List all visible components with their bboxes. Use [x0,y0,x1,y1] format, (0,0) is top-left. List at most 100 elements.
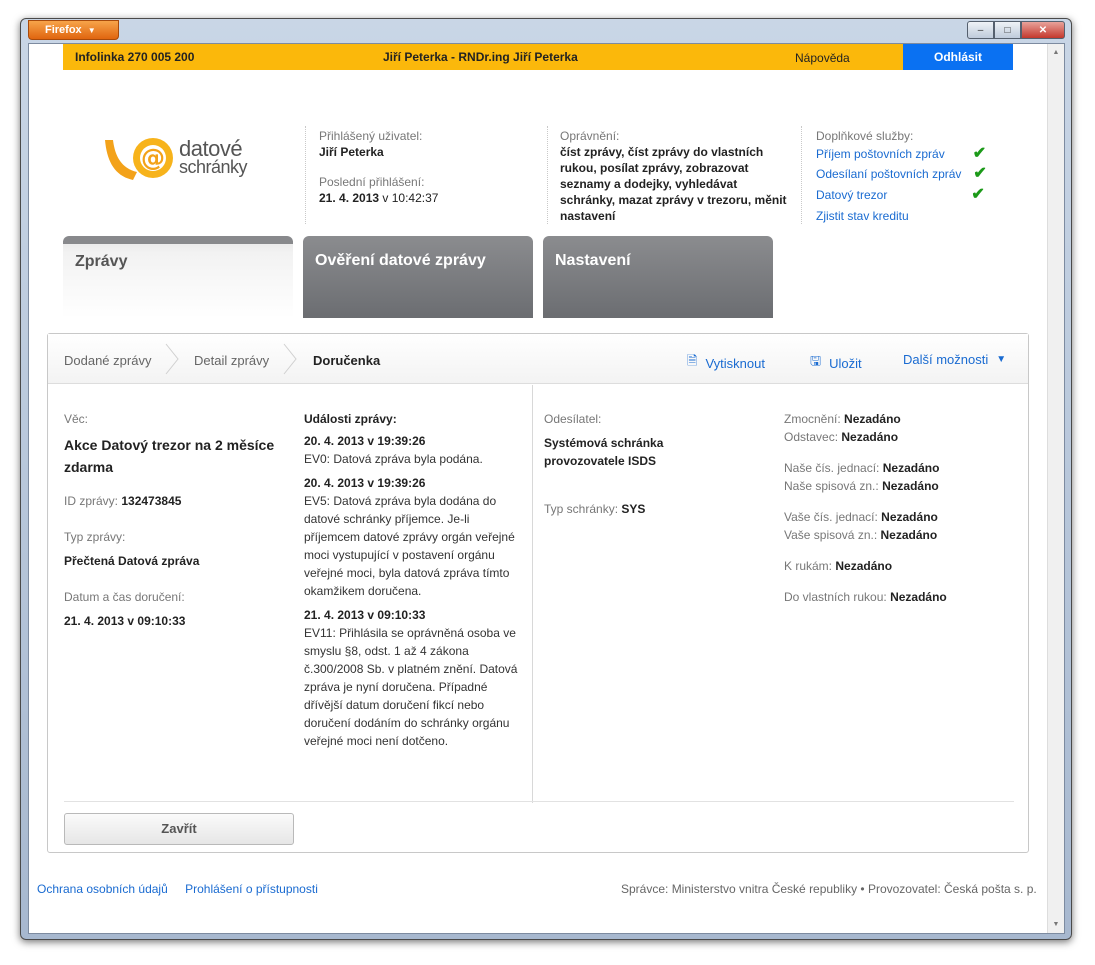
detail-value: Nezadáno [844,412,901,426]
delivered-value: 21. 4. 2013 v 09:10:33 [64,614,186,628]
message-events: Události zprávy: 20. 4. 2013 v 19:39:26 … [304,410,518,756]
message-details: Zmocnění: Nezadáno Odstavec: Nezadáno Na… [784,410,1014,606]
last-login-label: Poslední přihlášení: [319,175,425,189]
event-text: EV11: Přihlásila se oprávněná osoba ve s… [304,626,518,748]
permissions-label: Oprávnění: [560,129,620,143]
footer-links: Ochrana osobních údajů Prohlášení o přís… [37,882,332,896]
message-type-label: Typ zprávy: [64,530,126,544]
tab-overeni[interactable]: Ověření datové zprávy [303,236,533,318]
breadcrumb-current: Doručenka [313,353,381,368]
save-file-icon: 🖫 [810,353,822,368]
addon-item: Příjem poštovních zpráv ✔ [816,144,1016,163]
addon-link-postal-receive[interactable]: Příjem poštovních zpráv [816,146,945,162]
last-login-time: v 10:42:37 [382,191,439,205]
divider [801,126,802,224]
checkmark-icon: ✔ [971,185,985,203]
help-link[interactable]: Nápověda [795,51,850,65]
detail-label: Naše čís. jednací: [784,461,880,475]
user-info: Přihlášený uživatel: Jiří Peterka Posled… [319,128,539,206]
breadcrumb-delivered[interactable]: Dodané zprávy [64,353,151,368]
more-options-button[interactable]: Další možnosti ▼ [903,352,1006,367]
detail-value: Nezadáno [835,559,893,573]
print-button[interactable]: 🗎 Vytisknout [687,352,765,374]
message-summary: Věc: Akce Datový trezor na 2 měsíce zdar… [64,410,279,630]
message-id-label: ID zprávy: [64,494,119,508]
addon-link-credit-status[interactable]: Zjistit stav kreditu [816,208,909,224]
detail-value: Nezadáno [882,461,940,475]
firefox-menu-label: Firefox [45,24,82,36]
subject-label: Věc: [64,412,89,426]
addons-label: Doplňkové služby: [816,129,914,143]
chevron-down-icon: ▼ [87,26,96,35]
infoline: Infolinka 270 005 200 [75,50,195,64]
at-sign-logo-icon: @ [105,138,173,180]
minimize-button[interactable]: – [967,21,994,39]
detail-value: Nezadáno [890,590,947,604]
print-label: Vytisknout [705,355,765,371]
chevron-down-icon: ▼ [996,354,1007,365]
event-date: 20. 4. 2013 v 19:39:26 [304,476,426,490]
breadcrumb: Dodané zprávy Detail zprávy Doručenka 🗎 … [48,334,1028,384]
addon-link-postal-send[interactable]: Odesílaní poštovních zpráv [816,166,961,182]
message-id-value: 132473845 [121,494,182,508]
divider [305,126,306,224]
breadcrumb-separator-icon [165,343,179,375]
scroll-down-icon[interactable]: ▼ [1048,916,1064,933]
close-window-button[interactable]: ✕ [1021,21,1065,39]
checkmark-icon: ✔ [973,164,987,182]
last-login-date: 21. 4. 2013 [319,191,380,205]
sender-info: Odesílatel: Systémová schránka provozova… [544,410,744,518]
detail-label: Zmocnění: [784,412,841,426]
detail-label: Vaše spisová zn.: [784,528,878,542]
detail-label: Do vlastních rukou: [784,590,887,604]
title-bar: Firefox ▼ – □ ✕ [21,19,1071,43]
permissions: Oprávnění: číst zprávy, číst zprávy do v… [560,128,790,224]
browser-viewport: ▲ ▼ Infolinka 270 005 200 Jiří Peterka -… [28,43,1065,934]
sender-name: Systémová schránka provozovatele ISDS [544,436,664,468]
logout-button[interactable]: Odhlásit [903,44,1013,70]
page: Infolinka 270 005 200 Jiří Peterka - RND… [29,44,1049,933]
top-bar: Infolinka 270 005 200 Jiří Peterka - RND… [63,44,1013,70]
footer-credits: Správce: Ministerstvo vnitra České repub… [621,882,1037,896]
events-label: Události zprávy: [304,412,397,426]
breadcrumb-detail[interactable]: Detail zprávy [194,353,269,368]
message-panel: Dodané zprávy Detail zprávy Doručenka 🗎 … [47,333,1029,853]
tab-zpravy[interactable]: Zprávy [63,236,293,318]
window-controls: – □ ✕ [967,21,1065,39]
divider [64,801,1014,802]
detail-label: Vaše čís. jednací: [784,510,878,524]
detail-value: Nezadáno [841,430,899,444]
logo-line-2: schránky [179,157,248,177]
scroll-up-icon[interactable]: ▲ [1048,44,1064,61]
datove-schranky-logo[interactable]: @ datové schránky [103,136,263,188]
firefox-menu-button[interactable]: Firefox ▼ [28,20,119,40]
additional-services: Doplňkové služby: Příjem poštovních zprá… [816,128,1016,226]
close-button[interactable]: Zavřít [64,813,294,845]
subject-value: Akce Datový trezor na 2 měsíce zdarma [64,437,275,475]
logged-user-value: Jiří Peterka [319,145,384,159]
tab-nastaveni[interactable]: Nastavení [543,236,773,318]
maximize-button[interactable]: □ [994,21,1021,39]
detail-value: Nezadáno [880,528,938,542]
addon-link-data-vault[interactable]: Datový trezor [816,187,887,203]
svg-text:@: @ [141,144,165,172]
detail-value: Nezadáno [882,479,939,493]
browser-window: Firefox ▼ – □ ✕ ▲ ▼ Infolinka 270 005 200… [20,18,1072,940]
breadcrumb-separator-icon [283,343,297,375]
box-type-label: Typ schránky: [544,502,619,516]
detail-label: Odstavec: [784,430,839,444]
event-date: 20. 4. 2013 v 19:39:26 [304,434,426,448]
footer-link-privacy[interactable]: Ochrana osobních údajů [37,882,168,896]
save-label: Uložit [829,355,862,371]
more-options-label: Další možnosti [903,352,989,367]
event-text: EV5: Datová zpráva byla dodána do datové… [304,494,515,598]
document-icon: 🗎 [687,353,698,368]
vertical-scrollbar[interactable]: ▲ ▼ [1047,44,1064,933]
column-divider [532,385,533,803]
save-button[interactable]: 🖫 Uložit [810,352,862,374]
event-date: 21. 4. 2013 v 09:10:33 [304,608,426,622]
permissions-value: číst zprávy, číst zprávy do vlastních ru… [560,145,787,223]
box-type-value: SYS [621,502,646,516]
footer-link-accessibility[interactable]: Prohlášení o přístupnosti [185,882,318,896]
message-type-value: Přečtená Datová zpráva [64,554,200,568]
